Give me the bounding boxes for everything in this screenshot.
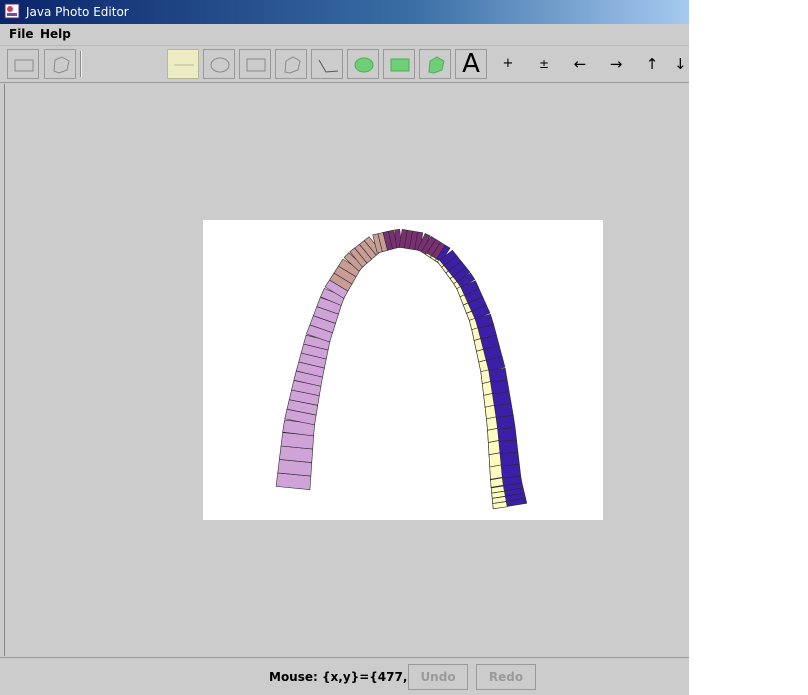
move-left-button[interactable]: ←	[566, 49, 594, 79]
rect-select-tool[interactable]	[7, 49, 39, 79]
toolbar-separator	[80, 51, 82, 77]
redo-button[interactable]: Redo	[476, 664, 536, 690]
arch-side-segment	[489, 464, 503, 480]
freeform-fill-tool[interactable]	[419, 49, 451, 79]
polyline-icon	[318, 59, 339, 73]
freeform-outline-icon	[284, 56, 301, 74]
text-tool-icon: A	[462, 49, 480, 79]
filled-rectangle-icon	[390, 58, 410, 72]
status-bar: Mouse: {x,y}={477,170} Undo Redo	[0, 657, 689, 695]
move-up-button[interactable]: ↑	[638, 49, 666, 79]
menu-file[interactable]: File	[9, 27, 34, 41]
filled-freeform-icon	[428, 56, 445, 74]
ellipse-outline-icon	[210, 57, 230, 73]
zoom-toggle-button[interactable]: ±	[530, 49, 558, 79]
arch-image	[275, 228, 528, 510]
lasso-select-tool[interactable]	[44, 49, 76, 79]
app-window: Java Photo Editor File Help A + ± ← → ↑ …	[0, 0, 689, 695]
text-tool[interactable]: A	[455, 49, 487, 79]
move-down-button[interactable]: ↓	[674, 49, 689, 79]
line-tool[interactable]	[167, 49, 199, 79]
rectangle-select-icon	[14, 59, 34, 72]
title-bar[interactable]: Java Photo Editor	[0, 0, 689, 24]
menu-help[interactable]: Help	[40, 27, 71, 41]
arch-side-segment	[490, 477, 504, 488]
rectangle-outline-icon	[246, 58, 266, 72]
arch-side-segment	[488, 452, 502, 468]
arch-side-segment	[487, 440, 501, 456]
filled-ellipse-icon	[354, 57, 374, 73]
app-icon	[4, 3, 20, 19]
move-right-button[interactable]: →	[602, 49, 630, 79]
ellipse-outline-tool[interactable]	[203, 49, 235, 79]
menu-bar: File Help	[0, 24, 689, 46]
lasso-select-icon	[53, 56, 70, 74]
toolbar: A + ± ← → ↑ ↓	[0, 46, 689, 83]
undo-button[interactable]: Undo	[408, 664, 468, 690]
rectangle-outline-tool[interactable]	[239, 49, 271, 79]
background-margin	[689, 0, 808, 695]
line-icon	[174, 64, 194, 66]
arch-side-segment	[487, 427, 500, 443]
polyline-tool[interactable]	[311, 49, 343, 79]
zoom-in-button[interactable]: +	[494, 49, 522, 79]
freeform-outline-tool[interactable]	[275, 49, 307, 79]
ellipse-fill-tool[interactable]	[347, 49, 379, 79]
arch-side-segment	[483, 393, 495, 408]
rectangle-fill-tool[interactable]	[383, 49, 415, 79]
arch-side-segment	[480, 369, 491, 384]
window-title: Java Photo Editor	[26, 5, 129, 19]
image-canvas[interactable]	[203, 220, 603, 520]
arch-side-segment	[481, 381, 493, 396]
